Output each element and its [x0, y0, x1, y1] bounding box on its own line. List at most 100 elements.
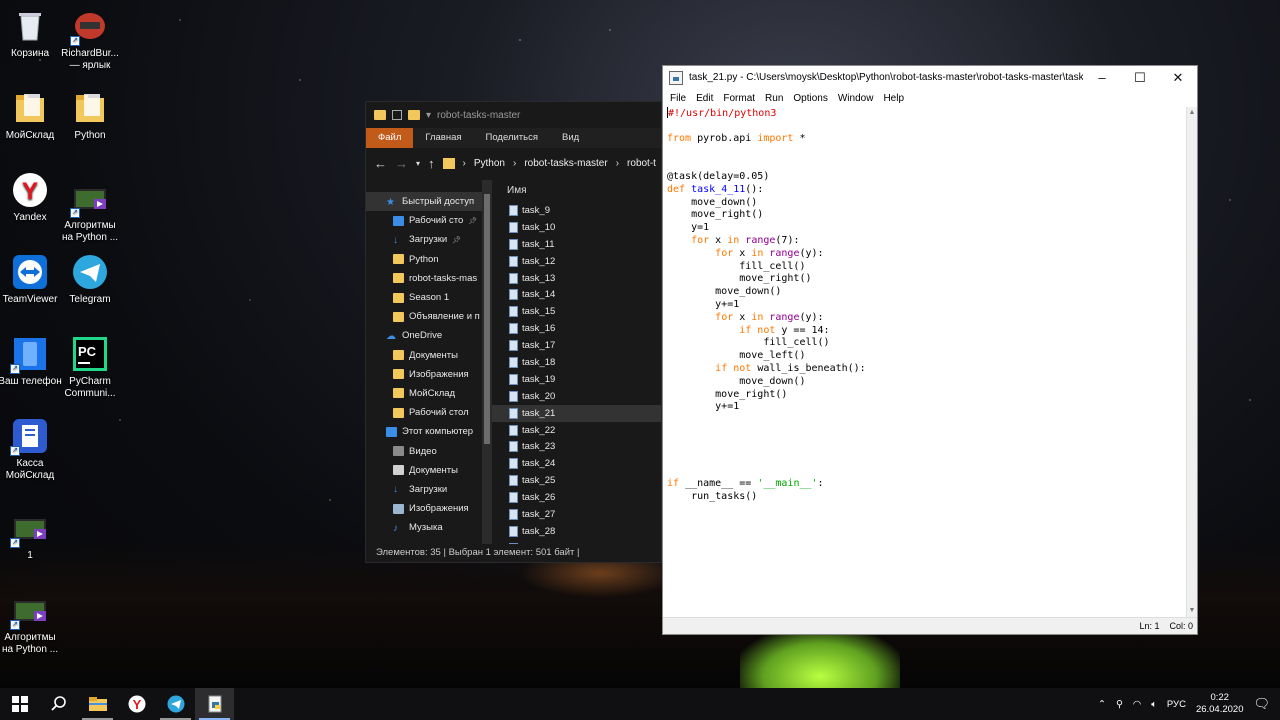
menu-options[interactable]: Options — [788, 93, 832, 104]
close-button[interactable]: ✕ — [1159, 70, 1197, 86]
idle-titlebar[interactable]: task_21.py - C:\Users\moysk\Desktop\Pyth… — [663, 66, 1197, 89]
scroll-up-icon[interactable]: ▲ — [1187, 107, 1197, 119]
desktop-icon[interactable]: Python — [58, 90, 122, 142]
menu-run[interactable]: Run — [760, 93, 788, 104]
forward-arrow-icon[interactable]: → — [395, 156, 408, 171]
language-indicator[interactable]: РУС — [1167, 699, 1186, 710]
file-row[interactable]: task_28 — [492, 523, 661, 540]
menu-file[interactable]: File — [665, 93, 691, 104]
pin-icon[interactable]: 📌︎ — [452, 236, 461, 244]
desktop-icon[interactable]: TeamViewer — [0, 254, 62, 306]
file-row[interactable]: task_9 — [492, 202, 661, 219]
file-row[interactable]: task_26 — [492, 489, 661, 506]
nav-pane-item[interactable]: Объявление и п — [366, 307, 482, 326]
desktop-icon[interactable]: Telegram — [58, 254, 122, 306]
desktop-icon[interactable]: ↗ 1 — [0, 510, 62, 562]
file-row[interactable]: task_21 — [492, 404, 661, 422]
column-header-name[interactable]: Имя — [492, 180, 661, 202]
nav-pane-item[interactable]: ↓ Загрузки 📌︎ — [366, 230, 482, 249]
ribbon-tab-file[interactable]: Файл — [366, 128, 414, 148]
menu-edit[interactable]: Edit — [691, 93, 718, 104]
menu-window[interactable]: Window — [833, 93, 879, 104]
file-row[interactable]: task_16 — [492, 320, 661, 337]
breadcrumb-robot-tasks-master[interactable]: robot-tasks-master — [524, 158, 607, 169]
maximize-button[interactable]: ☐ — [1121, 70, 1159, 86]
nav-pane-item[interactable]: Рабочий стол — [366, 403, 482, 422]
taskbar-file-explorer[interactable] — [78, 688, 117, 720]
file-row[interactable]: task_17 — [492, 337, 661, 354]
nav-pane-item[interactable]: Видео — [366, 441, 482, 460]
desktop-icon[interactable]: ↗ Алгоритмы на Python ... — [58, 180, 122, 244]
breadcrumb-python[interactable]: Python — [474, 158, 505, 169]
taskbar-telegram[interactable] — [156, 688, 195, 720]
pin-icon[interactable]: 📌︎ — [468, 217, 477, 225]
nav-pane-item[interactable]: ☁ OneDrive — [366, 326, 482, 345]
file-row[interactable]: task_11 — [492, 236, 661, 253]
nav-pane-item[interactable]: Season 1 — [366, 288, 482, 307]
dropdown-icon[interactable]: ▾ — [426, 110, 431, 121]
desktop-icon[interactable]: МойСклад — [0, 90, 62, 142]
up-arrow-icon[interactable]: ↑ — [428, 156, 435, 171]
desktop-icon[interactable]: ↗ Ваш телефон — [0, 336, 62, 388]
python-file-icon — [509, 323, 518, 335]
folder-icon — [72, 90, 108, 126]
file-row[interactable]: task_13 — [492, 270, 661, 287]
scroll-down-icon[interactable]: ▼ — [1187, 605, 1197, 617]
navigation-scrollbar[interactable] — [482, 180, 492, 544]
file-row[interactable]: task_14 — [492, 286, 661, 303]
desktop-icon[interactable]: PC PyCharm Communi... — [58, 336, 122, 400]
clock[interactable]: 0:22 26.04.2020 — [1196, 692, 1244, 716]
nav-pane-item[interactable]: Рабочий сто 📌︎ — [366, 211, 482, 230]
file-row[interactable]: task_18 — [492, 354, 661, 371]
ribbon-tab-home[interactable]: Главная — [413, 128, 473, 148]
explorer-titlebar[interactable]: ▾ robot-tasks-master — [366, 102, 661, 128]
file-row[interactable]: task_19 — [492, 371, 661, 388]
file-row[interactable]: task_22 — [492, 422, 661, 439]
menu-format[interactable]: Format — [718, 93, 760, 104]
desktop-icon[interactable]: ↗ Алгоритмы на Python ... — [0, 592, 62, 656]
nav-pane-item[interactable]: Этот компьютер — [366, 422, 482, 441]
nav-pane-item[interactable]: Изображения — [366, 365, 482, 384]
nav-pane-item[interactable]: Документы — [366, 461, 482, 480]
wifi-icon[interactable]: ◠ — [1133, 699, 1141, 710]
taskbar-idle[interactable] — [195, 688, 234, 720]
desktop-icon[interactable]: ↗ RichardBur... — ярлык — [58, 8, 122, 72]
code-editor[interactable]: #!/usr/bin/python3 from pyrob.api import … — [667, 107, 1185, 617]
back-arrow-icon[interactable]: ← — [374, 156, 387, 171]
file-row[interactable]: task_12 — [492, 253, 661, 270]
nav-pane-item[interactable]: ↓ Загрузки — [366, 480, 482, 499]
desktop-icon[interactable]: ↗ Касса МойСклад — [0, 418, 62, 482]
file-row[interactable]: task_24 — [492, 455, 661, 472]
file-row[interactable]: task_20 — [492, 388, 661, 405]
nav-pane-item[interactable]: Документы — [366, 346, 482, 365]
nav-pane-item[interactable]: ★ Быстрый доступ — [366, 192, 482, 212]
nav-pane-item[interactable]: robot-tasks-mas — [366, 269, 482, 288]
file-row[interactable]: task_10 — [492, 219, 661, 236]
scrollbar-thumb[interactable] — [484, 194, 490, 444]
nav-pane-item[interactable]: Изображения — [366, 499, 482, 518]
recent-dropdown-icon[interactable]: ▾ — [416, 159, 420, 168]
nav-pane-item[interactable]: Python — [366, 250, 482, 269]
checkbox-icon[interactable] — [392, 110, 402, 120]
file-row[interactable]: task_25 — [492, 472, 661, 489]
minimize-button[interactable]: – — [1083, 70, 1121, 85]
desktop-icon[interactable]: Y Yandex — [0, 172, 62, 224]
chevron-up-icon[interactable]: ⌃ — [1098, 699, 1106, 710]
file-row[interactable]: task_27 — [492, 506, 661, 523]
ribbon-tab-view[interactable]: Вид — [550, 128, 591, 148]
taskbar-yandex[interactable]: Y — [117, 688, 156, 720]
network-status-icon[interactable]: ⚲ — [1116, 699, 1123, 710]
nav-pane-item[interactable]: МойСклад — [366, 384, 482, 403]
breadcrumb-robot-tasks-master-2[interactable]: robot-t — [627, 158, 656, 169]
search-button[interactable] — [39, 688, 78, 720]
editor-scrollbar[interactable]: ▲ ▼ — [1186, 107, 1197, 617]
start-button[interactable] — [0, 688, 39, 720]
desktop-icon[interactable]: Корзина — [0, 8, 62, 60]
file-row[interactable]: task_15 — [492, 303, 661, 320]
ribbon-tab-share[interactable]: Поделиться — [474, 128, 550, 148]
nav-pane-item[interactable]: ♪ Музыка — [366, 518, 482, 537]
menu-help[interactable]: Help — [878, 93, 909, 104]
file-row[interactable]: task_23 — [492, 438, 661, 455]
volume-icon[interactable]: 🔈︎ — [1151, 699, 1157, 710]
notifications-icon[interactable]: 🗨︎ — [1253, 696, 1270, 712]
